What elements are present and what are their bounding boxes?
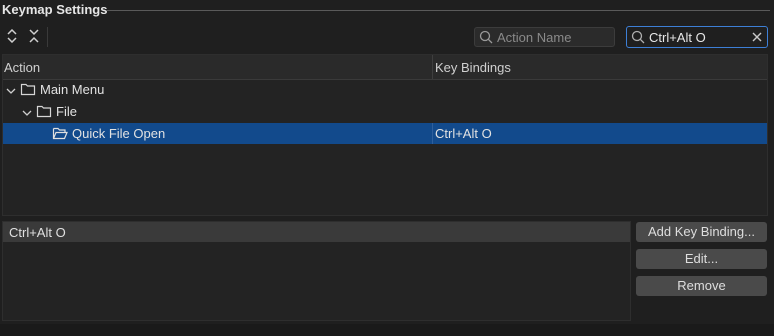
chevron-down-icon[interactable] [22,106,32,121]
row-key-binding: Ctrl+Alt O [435,126,492,141]
key-binding-search[interactable]: Ctrl+Alt O [626,26,768,48]
column-divider [432,123,433,144]
clear-icon[interactable] [752,32,762,42]
add-key-binding-button[interactable]: Add Key Binding... [636,222,767,242]
folder-icon [20,82,36,99]
tree-label: Main Menu [40,82,105,97]
tree-label: Quick File Open [72,126,166,141]
key-binding-list: Ctrl+Alt O [2,221,631,321]
tree-row-quick-file-open[interactable]: Quick File Open Ctrl+Alt O [3,123,767,144]
key-binding-search-value: Ctrl+Alt O [649,29,706,45]
expand-all-icon[interactable] [3,27,21,45]
tree-row-file[interactable]: File [3,101,767,122]
remove-button[interactable]: Remove [636,276,767,296]
keymap-table: Action Key Bindings Main Menu File Quick… [2,54,768,216]
table-header: Action Key Bindings [3,55,767,80]
folder-icon [36,104,52,121]
tree-row-main-menu[interactable]: Main Menu [3,79,767,100]
key-binding-text: Ctrl+Alt O [9,225,66,240]
tree-label: File [56,104,77,119]
edit-button[interactable]: Edit... [636,249,767,269]
search-icon [479,30,493,44]
folder-open-icon [52,126,68,143]
column-header-action[interactable]: Action [4,60,40,75]
column-header-key-bindings[interactable]: Key Bindings [435,60,511,75]
column-divider[interactable] [432,55,433,79]
list-item[interactable]: Ctrl+Alt O [3,222,630,242]
action-name-placeholder: Action Name [497,29,572,45]
action-name-search[interactable]: Action Name [474,27,615,47]
search-icon [631,30,645,44]
section-title: Keymap Settings [2,2,108,17]
collapse-all-icon[interactable] [25,27,43,45]
bottom-strip [0,324,774,336]
section-divider [106,10,770,11]
toolbar-separator [47,27,48,47]
chevron-down-icon[interactable] [6,84,16,99]
